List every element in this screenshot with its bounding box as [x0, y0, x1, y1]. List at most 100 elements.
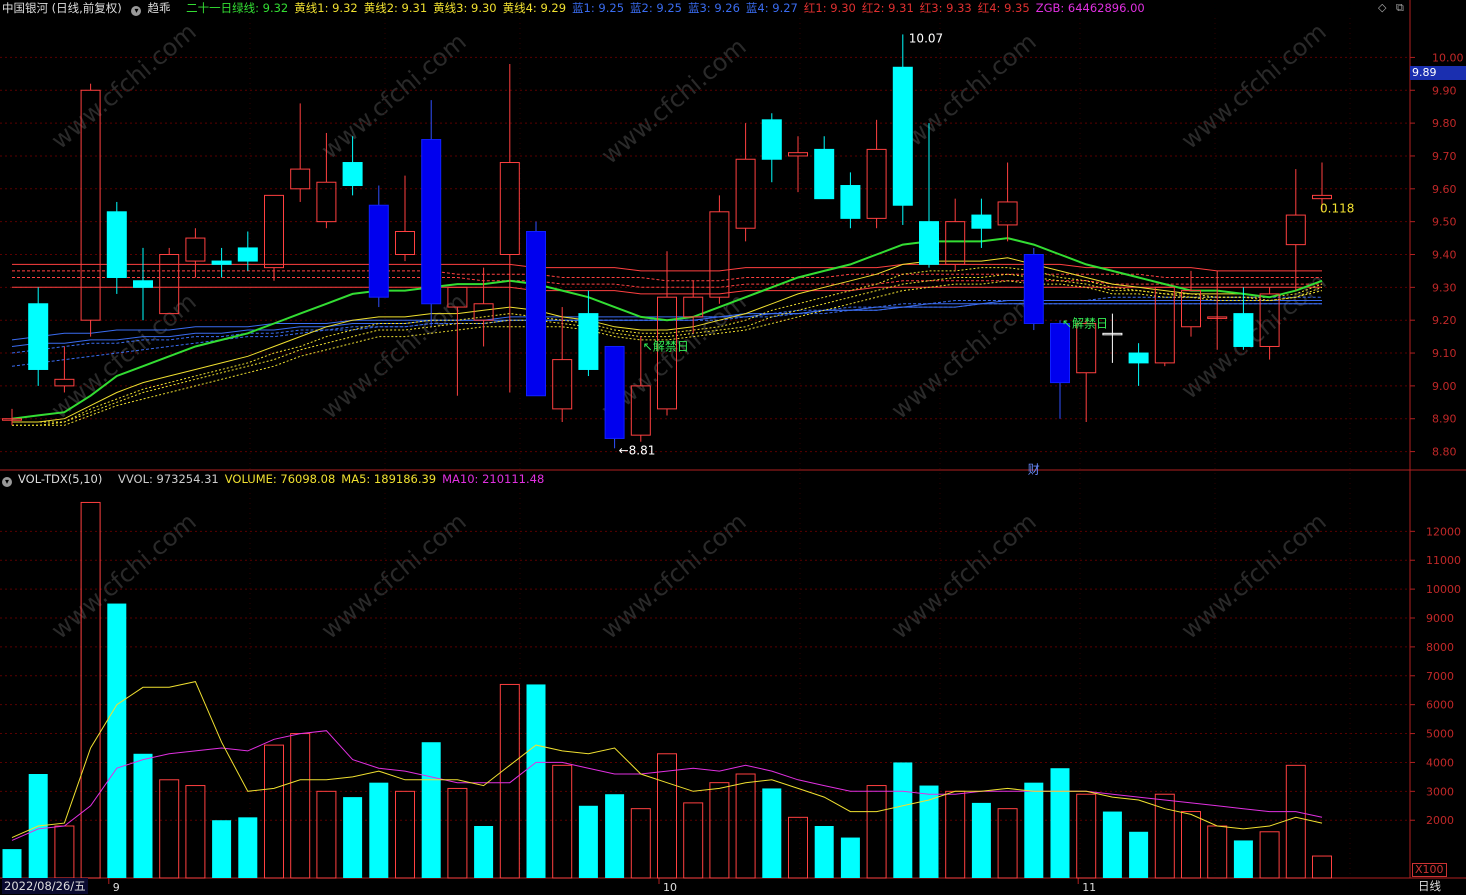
candle-body: [316, 181, 337, 223]
volume-bar: [369, 782, 389, 878]
price-tick-label: 10.00: [1432, 51, 1464, 64]
volume-unit-label: X100: [1412, 863, 1447, 877]
volume-values: VVOL: 973254.31 VOLUME: 76098.08 MA5: 1891…: [118, 472, 550, 486]
indicator-value: 红2: 9.31: [861, 1, 914, 15]
indicator-value: 蓝1: 9.25: [572, 1, 625, 15]
indicator-value: 黄线2: 9.31: [363, 1, 428, 15]
blue-line-1: [11, 303, 1322, 341]
restore-icon[interactable]: ⧉: [1396, 1, 1404, 15]
volume-tick-label: 4000: [1426, 756, 1454, 769]
volume-bar: [1102, 811, 1122, 878]
volume-bar: [893, 762, 913, 878]
indicator-values: 二十一日绿线: 9.32 黄线1: 9.32 黄线2: 9.31 黄线3: 9.30 黄…: [186, 1, 1151, 15]
price-tick-label: 9.90: [1432, 84, 1457, 97]
volume-bar: [683, 802, 704, 879]
volume-bar: [709, 782, 730, 879]
price-annotation: 财: [1028, 462, 1040, 476]
volume-bar: [474, 826, 494, 878]
indicator-value: 黄线1: 9.32: [294, 1, 358, 15]
price-tick-label: 9.20: [1432, 314, 1457, 327]
watermark-text: www.cfchi.com: [596, 507, 752, 644]
volume-bar: [316, 790, 337, 879]
volume-bar: [421, 742, 441, 878]
candle-body: [604, 345, 625, 439]
volume-indicator-value: MA10: 210111.48: [442, 472, 545, 486]
candle-body: [421, 139, 442, 305]
stock-title[interactable]: 中国银河 (日线,前复权): [2, 1, 122, 15]
volume-tick-label: 5000: [1426, 728, 1454, 741]
watermark-text: www.cfchi.com: [1176, 17, 1332, 154]
indicator-value: 二十一日绿线: 9.32: [186, 1, 289, 15]
candle-body: [552, 359, 573, 410]
volume-indicator-value: VOLUME: 76098.08: [224, 472, 336, 486]
candle-body: [133, 280, 153, 288]
volume-bar: [133, 753, 153, 878]
indicator-header: 中国银河 (日线,前复权) ▾ 趋乖 二十一日绿线: 9.32 黄线1: 9.32 黄…: [2, 0, 1157, 16]
candle-body: [395, 231, 415, 255]
price-tick-label: 9.00: [1432, 380, 1457, 393]
candle-body: [499, 162, 520, 255]
price-annotation: ↖解禁日: [643, 339, 689, 353]
candle-body: [28, 303, 49, 370]
volume-bar: [264, 744, 284, 879]
volume-indicator-selector[interactable]: ▾ VOL-TDX(5,10): [2, 472, 108, 487]
month-label: 11: [1082, 881, 1096, 894]
volume-bar: [1129, 831, 1149, 878]
indicator-name: 趋乖: [147, 1, 171, 15]
volume-bar: [499, 683, 520, 879]
volume-tick-label: 11000: [1426, 554, 1461, 567]
volume-bar: [159, 779, 180, 879]
volume-bar: [1285, 764, 1306, 879]
watermark-text: www.cfchi.com: [316, 507, 472, 644]
volume-ma-lines: [11, 681, 1323, 841]
volume-bar: [919, 785, 939, 878]
candle-body: [1050, 322, 1070, 384]
volume-tick-label: 8000: [1426, 641, 1454, 654]
current-price-tag: 9.89: [1410, 66, 1466, 80]
volume-bar: [1207, 825, 1228, 879]
volume-bar: [1181, 811, 1201, 879]
dropdown-icon[interactable]: ▾: [2, 477, 12, 487]
candle-body: [578, 313, 599, 370]
price-tick-label: 9.60: [1432, 183, 1457, 196]
volume-tick-label: 2000: [1426, 814, 1454, 827]
volume-bar: [526, 684, 546, 878]
volume-bar: [605, 794, 625, 878]
start-date-label: 2022/08/26/五: [2, 878, 88, 894]
candle-body: [1154, 286, 1175, 364]
price-tick-label: 9.70: [1432, 150, 1457, 163]
volume-bar: [212, 820, 232, 878]
watermark-text: www.cfchi.com: [1176, 507, 1332, 644]
dropdown-icon[interactable]: ▾: [131, 6, 142, 16]
candle-body: [290, 168, 311, 190]
volume-bar: [395, 790, 415, 879]
candle-body: [106, 211, 127, 278]
candle-body: [761, 119, 782, 160]
indicator-value: 红4: 9.35: [977, 1, 1030, 15]
indicator-value: 黄线4: 9.29: [502, 1, 567, 15]
volume-bar: [54, 825, 75, 879]
candle-body: [919, 221, 939, 265]
candle-body: [211, 260, 232, 265]
candle-body: [1312, 194, 1332, 200]
volume-bar: [2, 849, 22, 878]
indicator-selector[interactable]: ▾ 趋乖: [131, 1, 176, 16]
volume-bar: [552, 764, 573, 879]
axes: [0, 0, 1466, 884]
watermark-text: www.cfchi.com: [1176, 267, 1332, 404]
price-annotation: 0.118: [1320, 202, 1354, 216]
price-annotation: 10.07: [909, 31, 943, 45]
price-tick-label: 9.30: [1432, 281, 1457, 294]
indicator-value: ZGB: 64462896.00: [1035, 1, 1145, 15]
watermark-text: www.cfchi.com: [316, 27, 472, 164]
volume-bar: [945, 790, 966, 879]
volume-bar: [1024, 782, 1044, 878]
candle-body: [866, 148, 887, 219]
volume-bar: [290, 733, 311, 879]
candle-body: [971, 214, 992, 229]
diamond-icon[interactable]: ◇: [1378, 1, 1386, 14]
price-annotation: ↖解禁日: [1062, 316, 1108, 330]
volume-tick-label: 12000: [1426, 525, 1461, 538]
period-label[interactable]: 日线: [1418, 878, 1441, 894]
volume-bar: [971, 802, 991, 878]
